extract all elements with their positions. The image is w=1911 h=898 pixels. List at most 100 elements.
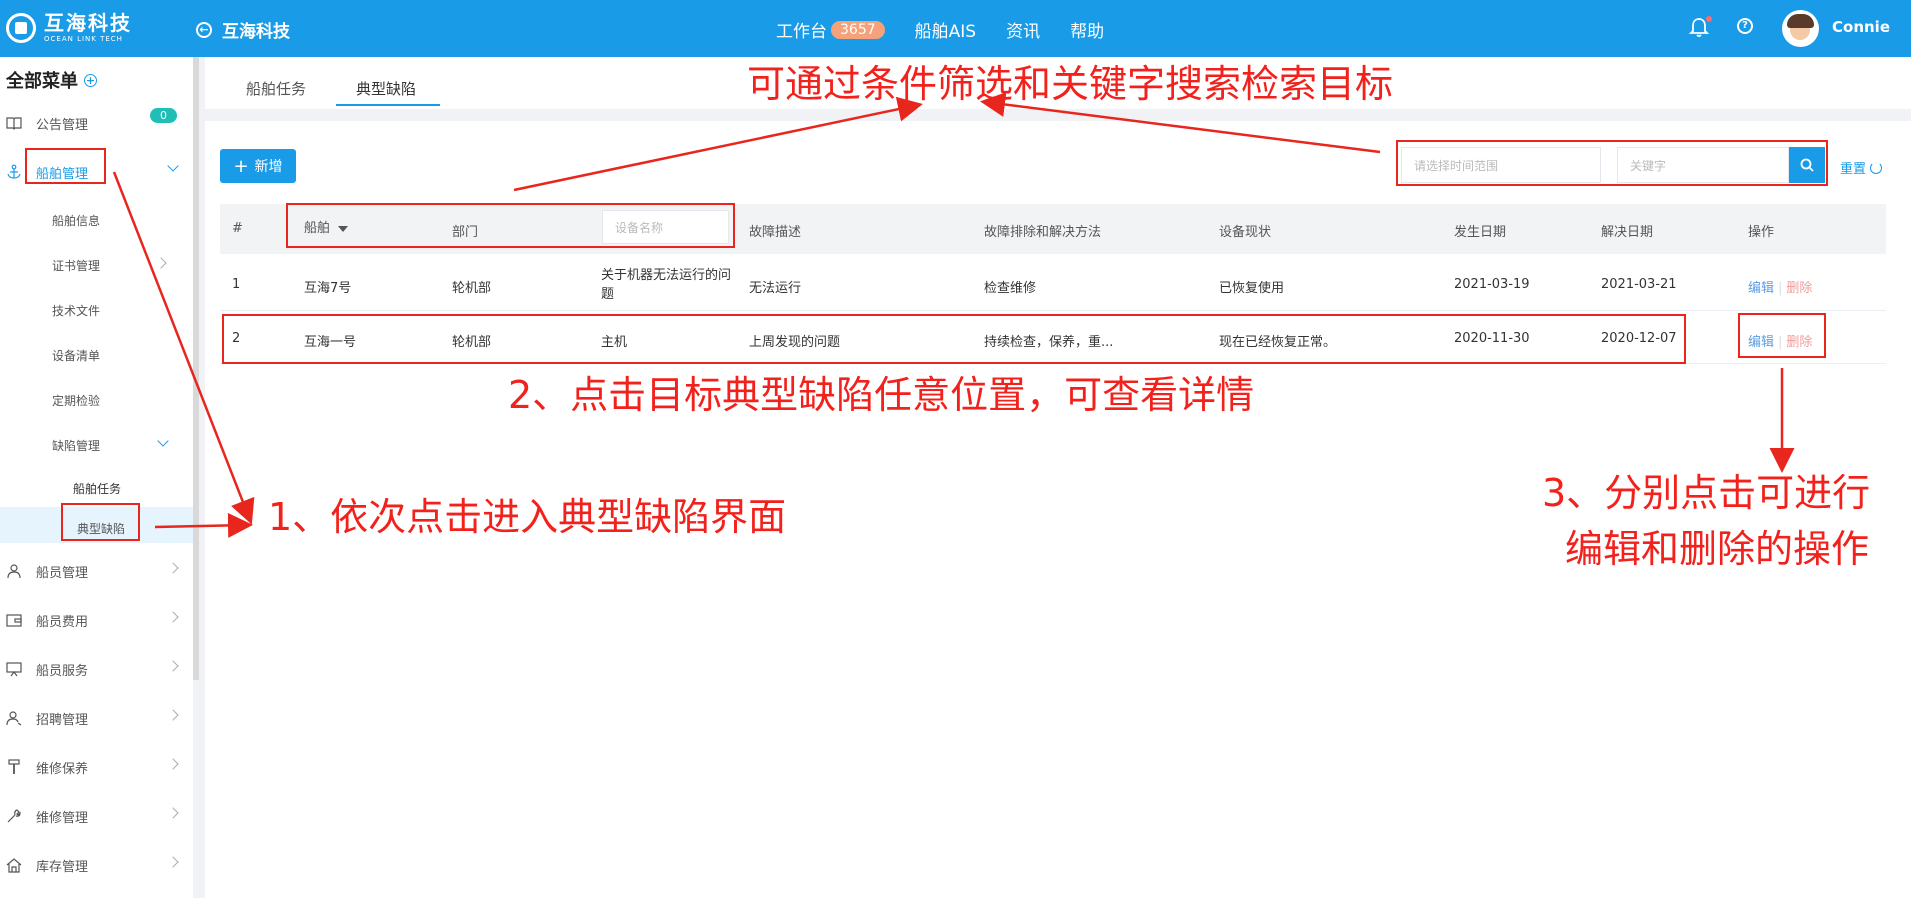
back-button[interactable]: ← 互海科技 [196, 17, 290, 42]
sidebar-title: 全部菜单 + [6, 67, 97, 93]
nav-help[interactable]: 帮助 [1070, 17, 1104, 42]
annotation-step2: 2、点击目标典型缺陷任意位置，可查看详情 [508, 373, 1255, 417]
sidebar-item-crew-management[interactable]: 船员管理 [0, 551, 193, 591]
annotation-box-column-filters [286, 203, 735, 248]
sidebar-item-label: 维修管理 [36, 810, 89, 826]
chevron-right-icon [167, 660, 179, 672]
sidebar-subitem-tech-docs[interactable]: 技术文件 [52, 302, 100, 319]
annotation-filter-search: 可通过条件筛选和关键字搜索检索目标 [747, 62, 1394, 106]
sidebar-item-label: 船员费用 [36, 614, 89, 630]
row1-occur-date[interactable]: 2021-03-19 [1454, 277, 1530, 292]
chevron-right-icon [167, 856, 179, 868]
add-menu-icon[interactable]: + [84, 73, 97, 87]
sidebar-item-label: 库存管理 [36, 859, 89, 875]
sidebar-subitem-equipment[interactable]: 设备清单 [52, 347, 100, 364]
nav-ship-ais[interactable]: 船舶AIS [915, 17, 976, 42]
annotation-box-row [222, 314, 1686, 364]
sidebar-item-crew-services[interactable]: 船员服务 [0, 649, 193, 689]
sidebar-item-label: 船员管理 [36, 565, 89, 581]
active-tab-indicator [336, 104, 440, 106]
row1-status[interactable]: 已恢复使用 [1219, 277, 1284, 296]
back-label: 互海科技 [222, 22, 290, 42]
chevron-right-icon [167, 709, 179, 721]
column-index: # [232, 221, 243, 236]
sidebar-item-label: 维修保养 [36, 761, 89, 777]
annotation-box-actions [1738, 313, 1826, 358]
sidebar-item-maintenance[interactable]: 维修保养 [0, 747, 193, 787]
add-button-label: 新增 [254, 159, 283, 175]
sidebar-subitem-defect-management[interactable]: 缺陷管理 [52, 437, 100, 454]
home-icon [6, 858, 22, 873]
edit-link[interactable]: 编辑 [1748, 281, 1774, 296]
row1-solution[interactable]: 检查维修 [984, 277, 1036, 296]
tab-typical-defect[interactable]: 典型缺陷 [356, 78, 416, 99]
help-icon[interactable]: ? [1737, 18, 1753, 34]
row1-department[interactable]: 轮机部 [452, 277, 491, 296]
row1-resolve-date[interactable]: 2021-03-21 [1601, 277, 1677, 292]
nav-workbench-label: 工作台 [776, 22, 827, 42]
anchor-icon [7, 164, 21, 179]
column-solution: 故障排除和解决方法 [984, 225, 1102, 240]
annotation-box-search [1396, 140, 1828, 186]
sidebar-item-crew-expenses[interactable]: 船员费用 [0, 600, 193, 640]
column-resolve-date: 解决日期 [1601, 225, 1654, 240]
notice-count-badge: 0 [150, 108, 177, 123]
hammer-icon [8, 759, 20, 774]
logo-text: 互海科技 [44, 11, 132, 35]
add-button[interactable]: + 新增 [220, 149, 296, 183]
column-fault-description: 故障描述 [749, 225, 802, 240]
row1-index: 1 [232, 277, 241, 292]
tab-ship-task[interactable]: 船舶任务 [246, 78, 306, 99]
logo-icon [6, 13, 36, 43]
annotation-step3-line2: 编辑和删除的操作 [1565, 527, 1870, 571]
chevron-down-icon [167, 160, 179, 172]
column-occur-date: 发生日期 [1454, 225, 1507, 240]
sidebar-scrollbar[interactable] [193, 57, 199, 680]
annotation-box-ship-menu [25, 148, 106, 184]
chevron-right-icon [167, 562, 179, 574]
row1-ship[interactable]: 互海7号 [304, 277, 351, 296]
column-operations: 操作 [1748, 225, 1775, 240]
avatar[interactable] [1782, 10, 1819, 47]
nav-workbench[interactable]: 工作台 3657 [776, 17, 885, 42]
workbench-count-badge: 3657 [831, 20, 885, 39]
person-search-icon [6, 711, 22, 726]
sidebar-item-recruitment[interactable]: 招聘管理 [0, 698, 193, 738]
annotation-step3-line1: 3、分别点击可进行 [1542, 471, 1871, 515]
annotation-box-typical-defect [61, 503, 140, 541]
logo[interactable]: 互海科技 OCEAN LINK TECH [6, 10, 132, 46]
row1-fault[interactable]: 无法运行 [749, 277, 801, 296]
row-divider [220, 310, 1886, 311]
chevron-right-icon [167, 807, 179, 819]
row1-device[interactable]: 关于机器无法运行的问题 [601, 266, 734, 304]
sidebar-subitem-ship-info[interactable]: 船舶信息 [52, 212, 100, 229]
top-nav: 工作台 3657 船舶AIS 资讯 帮助 [776, 17, 1134, 42]
chevron-right-icon [167, 758, 179, 770]
sidebar-item-label: 船员服务 [36, 663, 89, 679]
delete-link[interactable]: 删除 [1786, 281, 1812, 296]
username[interactable]: Connie [1832, 18, 1890, 36]
wrench-icon [7, 809, 21, 823]
sidebar-item-label: 公告管理 [36, 117, 89, 133]
sidebar-subitem-inspection[interactable]: 定期检验 [52, 392, 100, 409]
sidebar-title-text: 全部菜单 [6, 71, 78, 92]
top-bar: 互海科技 OCEAN LINK TECH ← 互海科技 工作台 3657 船舶A… [0, 0, 1911, 57]
monitor-icon [6, 662, 22, 677]
reset-button[interactable]: 重置 [1840, 158, 1883, 177]
sidebar-subitem-ship-task[interactable]: 船舶任务 [73, 480, 121, 497]
row1-actions: 编辑 | 删除 [1748, 281, 1813, 296]
column-device-status: 设备现状 [1219, 225, 1272, 240]
sidebar-subitem-certificates[interactable]: 证书管理 [52, 257, 100, 274]
sidebar-item-label: 招聘管理 [36, 712, 89, 728]
book-icon [6, 117, 22, 130]
person-icon [7, 564, 21, 579]
reset-label: 重置 [1840, 162, 1867, 177]
notification-dot [1706, 16, 1712, 22]
back-arrow-icon: ← [196, 21, 212, 38]
sidebar-item-inventory[interactable]: 库存管理 [0, 845, 193, 885]
nav-news[interactable]: 资讯 [1006, 17, 1040, 42]
sidebar-item-repair[interactable]: 维修管理 [0, 796, 193, 836]
refresh-icon [1870, 161, 1883, 174]
wallet-icon [6, 614, 22, 627]
chevron-right-icon [167, 611, 179, 623]
